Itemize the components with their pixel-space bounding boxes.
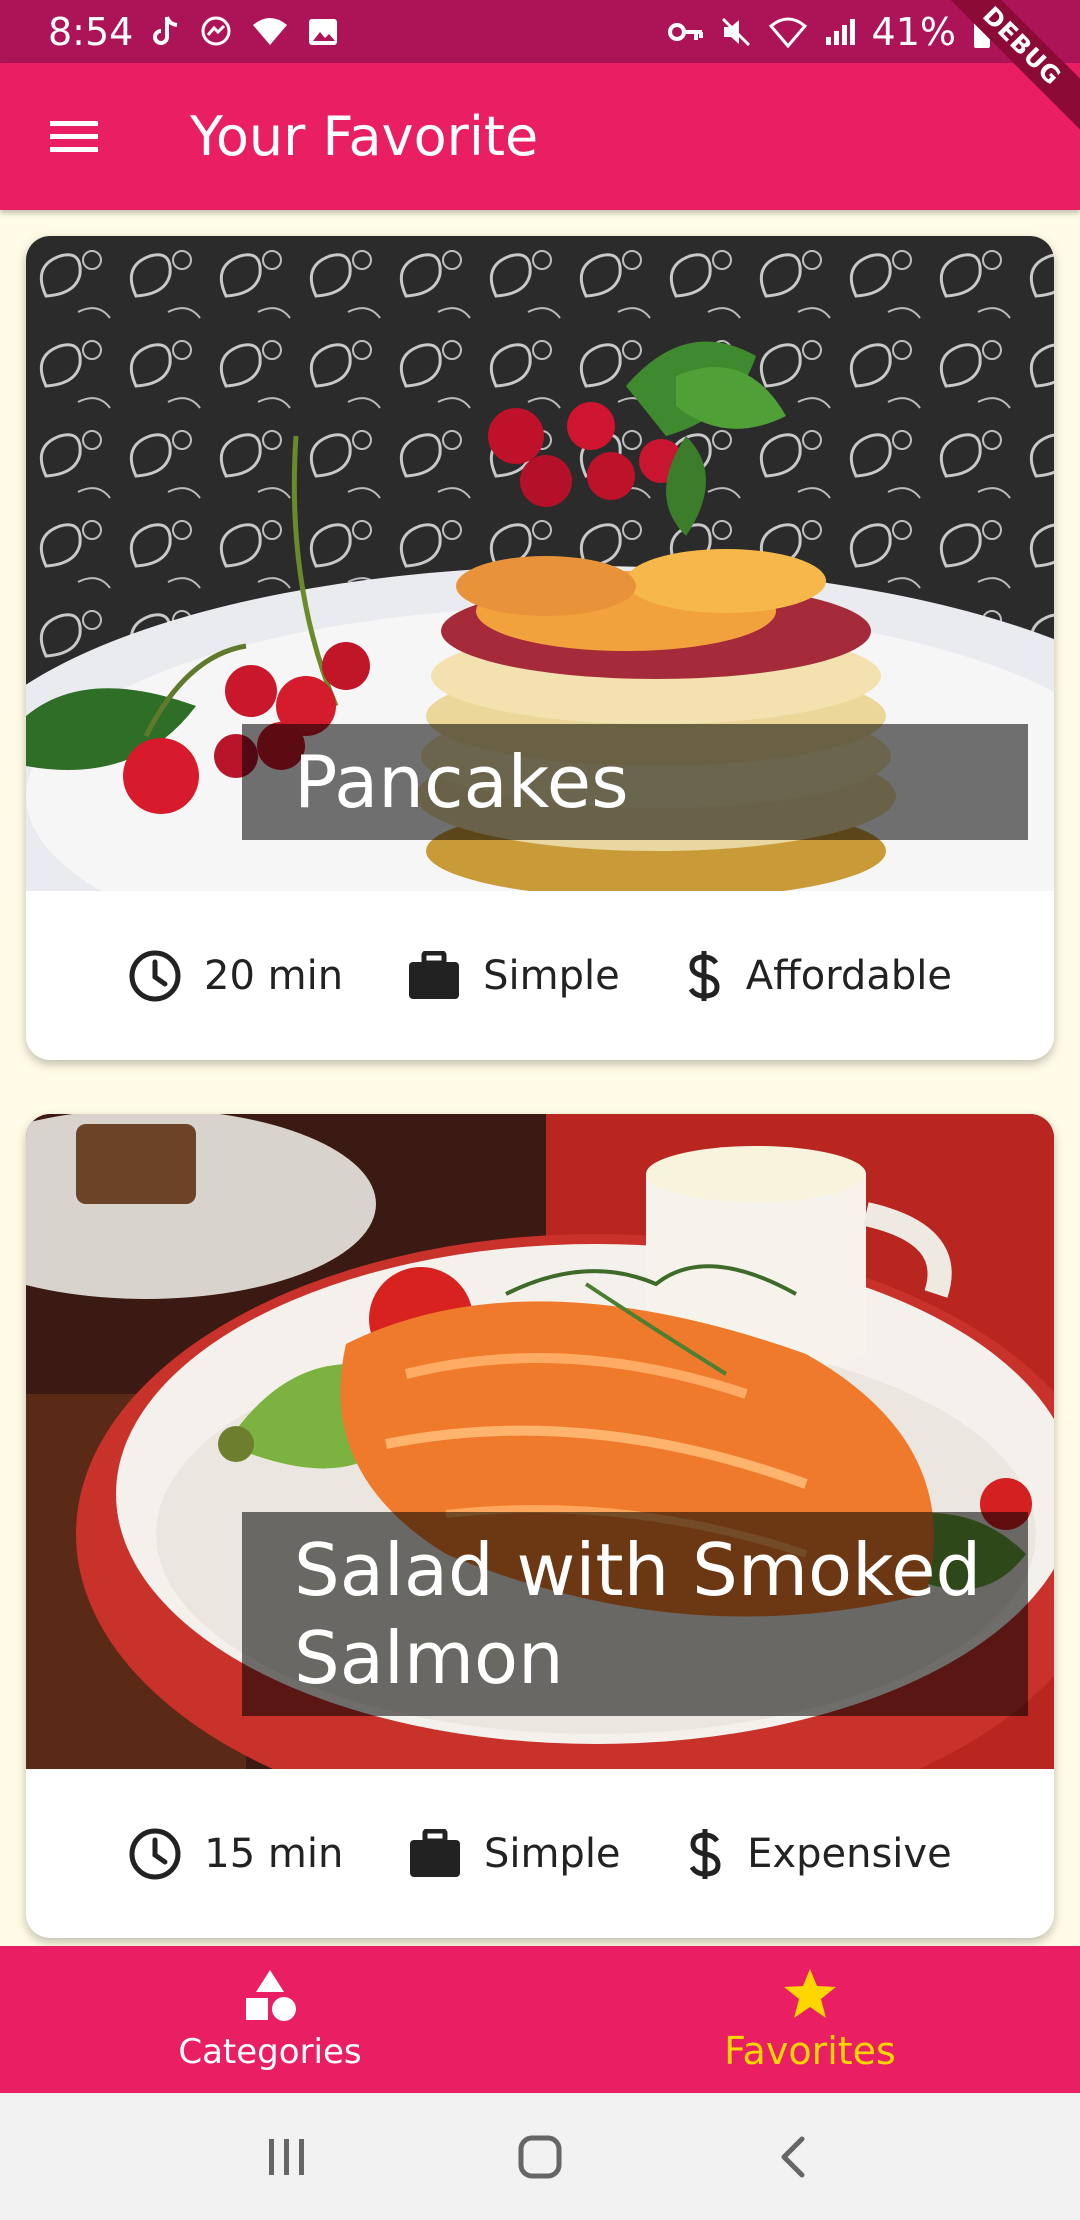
dollar-icon: [688, 950, 720, 1001]
meal-duration: 20 min: [128, 949, 343, 1003]
meal-duration: 15 min: [128, 1827, 343, 1881]
meal-title: Pancakes: [242, 724, 1028, 840]
nav-item-categories[interactable]: Categories: [0, 1946, 540, 2093]
menu-icon: [50, 120, 98, 152]
meal-list: Pancakes 20 min Simple Affordable Salad …: [26, 236, 1054, 1992]
briefcase-icon: [409, 1828, 460, 1877]
affordability-label: Affordable: [745, 952, 952, 999]
key-icon: [667, 20, 704, 44]
meal-info: 15 min Simple Expensive: [26, 1769, 1054, 1938]
bottom-navigation: Categories Favorites: [0, 1946, 1080, 2093]
back-icon: [781, 2136, 805, 2177]
nav-label-favorites: Favorites: [724, 2028, 896, 2073]
meal-title-text: Salad with Smoked Salmon: [294, 1528, 982, 1700]
complexity-label: Simple: [483, 952, 620, 999]
meal-title: Salad with Smoked Salmon: [242, 1512, 1028, 1716]
nav-label-categories: Categories: [178, 2031, 362, 2072]
meal-card[interactable]: Salad with Smoked Salmon 15 min Simple E…: [26, 1114, 1054, 1938]
briefcase-icon: [409, 950, 460, 999]
battery-level: 41%: [871, 9, 956, 54]
meal-affordability: Expensive: [685, 1827, 952, 1881]
clock-icon: [129, 950, 181, 1001]
back-button[interactable]: [753, 2117, 833, 2197]
nav-item-favorites[interactable]: Favorites: [540, 1946, 1080, 2093]
complexity-label: Simple: [483, 1830, 621, 1877]
recent-apps-icon: [268, 2138, 304, 2175]
page-title: Your Favorite: [190, 105, 539, 168]
meal-info: 20 min Simple Affordable: [26, 891, 1054, 1060]
meal-complexity: Simple: [408, 1828, 621, 1879]
home-button[interactable]: [500, 2117, 580, 2197]
duration-label: 20 min: [204, 952, 344, 999]
system-navigation-bar: [0, 2093, 1080, 2220]
wifi-call-icon: [768, 16, 808, 48]
recent-apps-button[interactable]: [247, 2117, 327, 2197]
meal-image: Salad with Smoked Salmon: [26, 1114, 1054, 1769]
meal-card[interactable]: Pancakes 20 min Simple Affordable: [26, 236, 1054, 1060]
app-bar: Your Favorite: [0, 63, 1080, 210]
mute-icon: [720, 16, 752, 48]
wifi-icon: [251, 17, 289, 47]
messenger-icon: [199, 15, 233, 49]
status-time: 8:54: [48, 9, 134, 54]
tiktok-icon: [151, 15, 181, 49]
dollar-icon: [689, 1828, 721, 1879]
status-bar: 8:54 41%: [0, 0, 1080, 63]
clock-icon: [129, 1828, 181, 1879]
duration-label: 15 min: [204, 1830, 344, 1877]
home-icon: [518, 2135, 562, 2178]
meal-title-text: Pancakes: [294, 740, 629, 824]
signal-icon: [824, 17, 856, 47]
menu-button[interactable]: [34, 97, 114, 177]
category-icon: [246, 1969, 296, 2021]
meal-image: Pancakes: [26, 236, 1054, 891]
gallery-icon: [307, 17, 339, 47]
meal-complexity: Simple: [407, 950, 620, 1001]
affordability-label: Expensive: [747, 1830, 952, 1877]
star-icon: [784, 1968, 836, 2018]
meal-affordability: Affordable: [684, 949, 952, 1003]
